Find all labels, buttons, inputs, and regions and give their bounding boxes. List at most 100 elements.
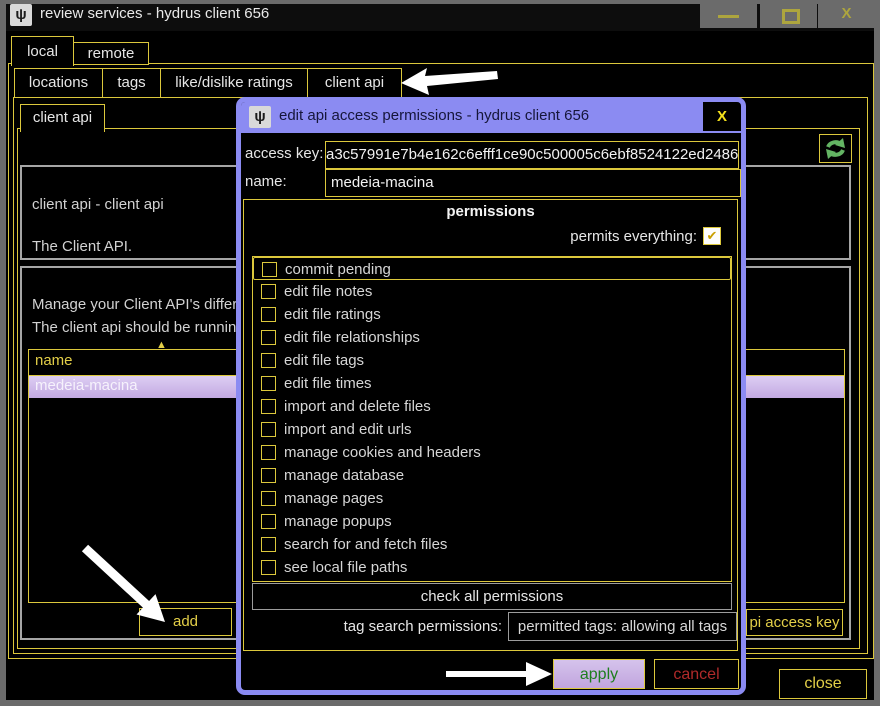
permission-row[interactable]: edit file notes <box>253 280 731 303</box>
check-icon: ✔ <box>707 228 718 243</box>
permission-row[interactable]: search for and fetch files <box>253 533 731 556</box>
tab-local[interactable]: local <box>11 36 74 66</box>
minimize-icon <box>718 15 739 18</box>
check-all-permissions-label: check all permissions <box>421 588 564 605</box>
add-button-label: add <box>173 613 198 630</box>
permission-checkbox[interactable] <box>261 491 276 506</box>
permission-row[interactable]: manage database <box>253 464 731 487</box>
permission-row[interactable]: import and delete files <box>253 395 731 418</box>
tab-local-label: local <box>27 43 58 60</box>
permission-row[interactable]: manage popups <box>253 510 731 533</box>
tab-locations[interactable]: locations <box>14 68 103 98</box>
check-all-permissions-button[interactable]: check all permissions <box>252 583 732 610</box>
permission-row[interactable]: edit file times <box>253 372 731 395</box>
name-input[interactable]: medeia-macina <box>325 169 741 197</box>
service-info-line2: The Client API. <box>32 238 132 255</box>
permission-label: edit file notes <box>284 280 372 303</box>
close-icon: X <box>841 5 851 22</box>
permission-row[interactable]: manage pages <box>253 487 731 510</box>
annotation-arrow-apply <box>441 659 553 689</box>
table-cell-name: medeia-macina <box>35 377 138 394</box>
access-key-input[interactable]: a3c57991e7b4e162c6efff1ce90c500005c6ebf8… <box>325 141 739 169</box>
column-header-name: name <box>35 352 73 369</box>
maximize-button[interactable] <box>760 0 817 28</box>
tab-client-api-label: client api <box>325 74 384 91</box>
permission-label: import and delete files <box>284 395 431 418</box>
cancel-button[interactable]: cancel <box>654 659 739 689</box>
permission-row[interactable]: commit pending <box>253 257 731 280</box>
permission-row[interactable]: edit file ratings <box>253 303 731 326</box>
refresh-button[interactable] <box>819 134 852 163</box>
permission-checkbox[interactable] <box>261 376 276 391</box>
dialog-title: edit api access permissions - hydrus cli… <box>279 107 589 124</box>
tab-like-dislike-ratings-label: like/dislike ratings <box>175 74 293 91</box>
permits-everything-label: permits everything: <box>394 228 697 245</box>
apply-button-label: apply <box>580 666 618 683</box>
service-info-line1: client api - client api <box>32 196 164 213</box>
tag-search-permissions-label: tag search permissions: <box>244 618 502 635</box>
permission-checkbox[interactable] <box>261 330 276 345</box>
permission-row[interactable]: import and edit urls <box>253 418 731 441</box>
close-window-button[interactable]: X <box>818 0 875 28</box>
permission-row[interactable]: edit file relationships <box>253 326 731 349</box>
permission-row[interactable]: see local file paths <box>253 556 731 579</box>
permission-checkbox[interactable] <box>261 445 276 460</box>
tab-service-client-api[interactable]: client api <box>20 104 105 132</box>
window-frame-bottom <box>0 700 880 706</box>
permission-label: edit file times <box>284 372 372 395</box>
permission-label: commit pending <box>285 258 391 281</box>
permission-checkbox[interactable] <box>261 537 276 552</box>
copy-api-access-key-label: pi access key <box>749 614 839 631</box>
permitted-tags-label: permitted tags: allowing all tags <box>518 618 727 635</box>
tab-remote-label: remote <box>88 45 135 62</box>
tab-like-dislike-ratings[interactable]: like/dislike ratings <box>160 68 308 98</box>
refresh-icon <box>820 135 851 162</box>
tab-service-client-api-label: client api <box>33 109 92 126</box>
close-dialog-button[interactable]: close <box>779 669 867 699</box>
permission-label: manage popups <box>284 510 392 533</box>
permission-checkbox[interactable] <box>261 560 276 575</box>
dialog-hydrus-app-icon: ψ <box>249 106 271 128</box>
permission-checkbox[interactable] <box>261 353 276 368</box>
permission-label: edit file tags <box>284 349 364 372</box>
permission-checkbox[interactable] <box>261 307 276 322</box>
permission-label: manage database <box>284 464 404 487</box>
minimize-button[interactable] <box>700 0 757 28</box>
apply-button[interactable]: apply <box>553 659 645 689</box>
permission-label: import and edit urls <box>284 418 412 441</box>
permissions-list: commit pending edit file notes edit file… <box>252 256 732 582</box>
annotation-arrow-client-api <box>398 64 502 98</box>
hydrus-app-icon: ψ <box>10 4 32 26</box>
permissions-title: permissions <box>244 203 737 220</box>
permission-label: manage cookies and headers <box>284 441 481 464</box>
manage-line1: Manage your Client API's differ <box>32 296 237 313</box>
dialog-close-button[interactable]: X <box>703 102 741 131</box>
permission-checkbox[interactable] <box>261 514 276 529</box>
copy-api-access-key-button[interactable]: pi access key <box>746 609 843 636</box>
manage-line2: The client api should be runnin <box>32 319 236 336</box>
window-title: review services - hydrus client 656 <box>40 5 269 22</box>
tab-remote[interactable]: remote <box>73 42 149 65</box>
access-key-label: access key: <box>245 145 323 162</box>
annotation-arrow-add <box>75 540 175 635</box>
window-frame-right <box>874 0 880 706</box>
permission-checkbox[interactable] <box>262 262 277 277</box>
permission-row[interactable]: edit file tags <box>253 349 731 372</box>
tab-tags[interactable]: tags <box>102 68 161 98</box>
name-label: name: <box>245 173 287 190</box>
close-button-label: close <box>804 675 841 692</box>
tab-tags-label: tags <box>117 74 145 91</box>
permission-row[interactable]: manage cookies and headers <box>253 441 731 464</box>
permitted-tags-button[interactable]: permitted tags: allowing all tags <box>508 612 737 641</box>
permission-checkbox[interactable] <box>261 468 276 483</box>
tab-locations-label: locations <box>29 74 88 91</box>
window-frame-left <box>0 0 6 706</box>
permits-everything-checkbox[interactable]: ✔ <box>703 227 721 245</box>
permission-checkbox[interactable] <box>261 284 276 299</box>
tab-client-api[interactable]: client api <box>307 68 402 100</box>
permission-checkbox[interactable] <box>261 399 276 414</box>
permission-checkbox[interactable] <box>261 422 276 437</box>
cancel-button-label: cancel <box>673 666 719 683</box>
permission-label: see local file paths <box>284 556 407 579</box>
edit-api-access-permissions-dialog: ψ edit api access permissions - hydrus c… <box>236 97 746 695</box>
